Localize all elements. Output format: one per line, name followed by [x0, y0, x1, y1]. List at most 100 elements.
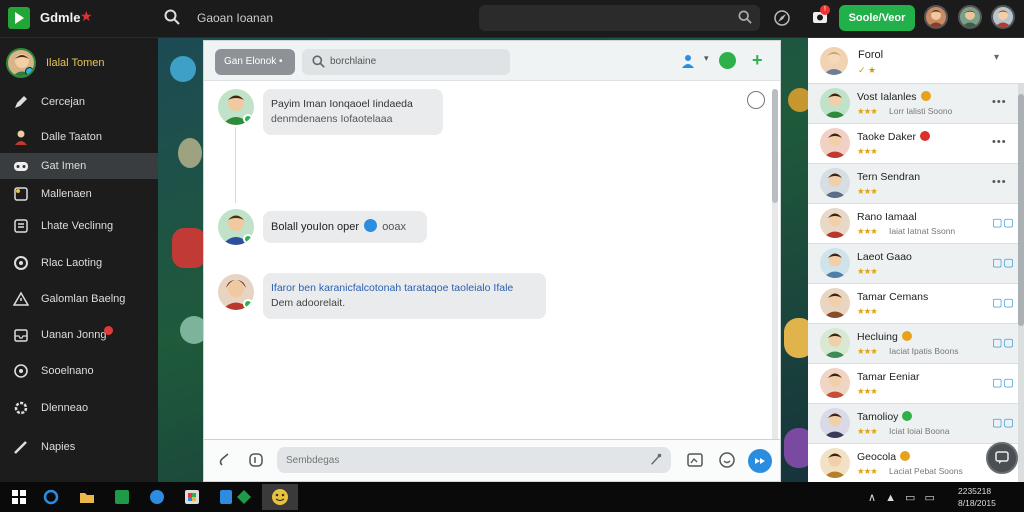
room-selector[interactable]: Gan Elonok • — [215, 49, 295, 75]
profile-avatar[interactable] — [6, 48, 36, 78]
sidebar-item-cercejan[interactable]: Cercejan — [0, 89, 158, 115]
chat-search-input[interactable]: borchlaine — [302, 49, 510, 75]
notification-icon[interactable]: ! — [811, 5, 830, 26]
sidebar-item-label: Mallenaen — [41, 188, 92, 200]
sidebar-item-dlenneao[interactable]: Dlenneao — [0, 395, 158, 421]
search-icon[interactable] — [738, 10, 752, 24]
emoji-icon[interactable] — [747, 91, 765, 109]
sidebar-item-uanan-jonng[interactable]: Uanan Jonng — [0, 322, 158, 348]
friend-avatar[interactable] — [820, 288, 850, 318]
sidebar-item-lhate-veclinng[interactable]: Lhate Veclinng — [0, 213, 158, 239]
friend-avatar[interactable] — [820, 408, 850, 438]
store-icon[interactable] — [184, 489, 200, 505]
app-icon[interactable] — [218, 489, 234, 505]
sidebar-item-label: Cercejan — [41, 96, 86, 108]
message-bubble: Ifaror ben karanicfalcotonah tarataqoe t… — [263, 273, 546, 319]
friend-avatar[interactable] — [820, 208, 850, 238]
message-avatar[interactable] — [218, 209, 254, 245]
friend-action-button[interactable]: ▢▢ — [992, 336, 1015, 349]
friend-row[interactable]: Rano Iamaal ★★★ Iaiat Iatnat Ssonn ▢▢ — [808, 204, 1018, 244]
sidebar-item-napies[interactable]: Napies — [0, 434, 158, 460]
friend-action-button[interactable]: ▢▢ — [992, 216, 1015, 229]
compass-icon[interactable] — [772, 8, 792, 28]
status-icon[interactable] — [719, 52, 736, 69]
friend-row[interactable]: Tern Sendran ★★★ ••• — [808, 164, 1018, 204]
folder-icon[interactable] — [79, 489, 95, 505]
chat-bubble-button[interactable] — [986, 442, 1018, 474]
friend-name: Taoke Daker — [857, 131, 930, 143]
file-icon[interactable] — [248, 452, 264, 468]
sidebar-item-mallenaen[interactable]: Mallenaen — [0, 181, 158, 207]
chat-scrollbar[interactable] — [772, 89, 778, 443]
top-avatar-1[interactable] — [924, 5, 948, 29]
sidebar-item-rlac-laoting[interactable]: Rlac Laoting — [0, 250, 158, 276]
mic-icon[interactable] — [649, 452, 663, 466]
friend-row[interactable]: Tamolioy ★★★ Iciat Ioiai Boona ▢▢ — [808, 404, 1018, 444]
friend-row[interactable]: Tamar Cemans ★★★ ▢▢ — [808, 284, 1018, 324]
top-avatar-2[interactable] — [958, 5, 982, 29]
clock[interactable]: 2235218 8/18/2015 — [958, 485, 996, 509]
app-logo-icon[interactable] — [8, 7, 30, 29]
message-text: Payim Iman Ionqaoel Iindaeda — [271, 98, 413, 110]
image-icon[interactable] — [686, 451, 704, 469]
friend-rating-stars: ★★★ — [857, 346, 878, 356]
friend-action-button[interactable]: ••• — [992, 136, 1007, 148]
primary-action-button[interactable]: Soole/Veor — [839, 5, 915, 31]
friend-avatar[interactable] — [820, 368, 850, 398]
friend-avatar[interactable] — [820, 248, 850, 278]
friend-action-button[interactable]: ▢▢ — [992, 416, 1015, 429]
friend-row[interactable]: Taoke Daker ★★★ ••• — [808, 124, 1018, 164]
scrollbar-thumb[interactable] — [772, 89, 778, 203]
friend-action-button[interactable]: ▢▢ — [992, 376, 1015, 389]
spreadsheet-icon[interactable] — [114, 489, 130, 505]
chevron-down-icon[interactable]: ▾ — [704, 53, 709, 64]
globe-icon — [12, 363, 30, 379]
chevron-down-icon[interactable]: ▾ — [994, 52, 999, 63]
friend-status: Laciat Pebat Soons — [889, 466, 963, 476]
add-icon[interactable]: + — [752, 51, 763, 69]
friends-scrollbar[interactable] — [1018, 84, 1024, 482]
friend-avatar[interactable] — [820, 448, 850, 478]
friend-name: Hecluing — [857, 331, 912, 343]
send-button[interactable] — [748, 449, 772, 473]
friend-row[interactable]: Laeot Gaao ★★★ ▢▢ — [808, 244, 1018, 284]
sidebar-item-gat-imen[interactable]: Gat Imen — [0, 153, 158, 179]
friend-avatar[interactable] — [820, 128, 850, 158]
friend-row[interactable]: Tamar Eeniar ★★★ ▢▢ — [808, 364, 1018, 404]
sidebar-item-label: Galomlan Baelng — [41, 293, 126, 305]
sidebar-item-dalle-taaton[interactable]: Dalle Taaton — [0, 124, 158, 150]
sticker-icon[interactable] — [718, 451, 736, 469]
friend-action-button[interactable]: ••• — [992, 96, 1007, 108]
friend-action-button[interactable]: ••• — [992, 176, 1007, 188]
message-input[interactable] — [277, 447, 671, 473]
panel-avatar[interactable] — [820, 47, 848, 75]
attach-icon[interactable] — [218, 452, 234, 468]
friend-row[interactable]: Vost Ialanles ★★★ Lorr lalisti Soono ••• — [808, 84, 1018, 124]
friend-badge-icon — [920, 91, 931, 101]
message-avatar[interactable] — [218, 89, 254, 125]
friend-badge-icon — [900, 451, 911, 461]
search-icon[interactable] — [164, 9, 180, 25]
app-icon[interactable] — [236, 489, 252, 505]
friend-rating-stars: ★★★ — [857, 186, 878, 196]
friend-row[interactable]: Hecluing ★★★ Iaciat Ipatis Boons ▢▢ — [808, 324, 1018, 364]
friend-avatar[interactable] — [820, 328, 850, 358]
friend-action-button[interactable]: ▢▢ — [992, 296, 1015, 309]
people-icon[interactable] — [680, 53, 696, 69]
top-avatar-3[interactable] — [991, 5, 1015, 29]
sidebar-item-label: Lhate Veclinng — [41, 220, 114, 232]
friend-avatar[interactable] — [820, 168, 850, 198]
scrollbar-thumb[interactable] — [1018, 94, 1024, 326]
system-tray[interactable]: ∧ ▲ ▭ ▭ — [868, 491, 938, 504]
friend-name: Tamar Cemans — [857, 291, 929, 303]
browser-icon[interactable] — [43, 489, 59, 505]
start-icon[interactable] — [11, 489, 27, 505]
sidebar-item-sooelnano[interactable]: Sooelnano — [0, 358, 158, 384]
edge-icon[interactable] — [149, 489, 165, 505]
sidebar-item-galomlan-baelng[interactable]: Galomlan Baelng — [0, 286, 158, 312]
active-app-tab[interactable] — [262, 484, 298, 510]
message-avatar[interactable] — [218, 274, 254, 310]
friend-action-button[interactable]: ▢▢ — [992, 256, 1015, 269]
friend-avatar[interactable] — [820, 88, 850, 118]
global-search-input[interactable] — [479, 5, 760, 31]
